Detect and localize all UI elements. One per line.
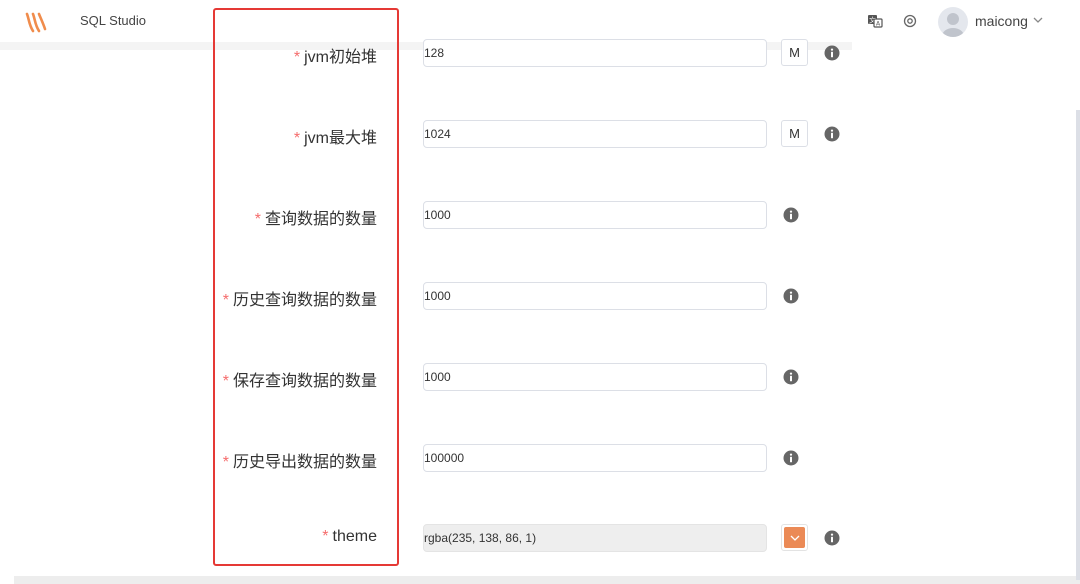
info-icon[interactable] [783,207,799,223]
chevron-down-icon[interactable] [1032,14,1044,26]
form-row-theme: * theme [0,524,1080,554]
jvm-initial-heap-input[interactable] [423,39,767,67]
unit-button[interactable]: M [781,39,808,66]
theme-color-input [423,524,767,552]
form-row-history-query-count: * 历史查询数据的数量 [0,282,1080,312]
form-row-history-export-count: * 历史导出数据的数量 [0,444,1080,474]
info-icon[interactable] [783,288,799,304]
logo-icon[interactable] [24,10,48,34]
info-icon[interactable] [824,45,840,61]
form-row-jvm-max-heap: *jvm最大堆 M [0,120,1080,150]
bottom-band [14,576,1080,584]
form-row-jvm-initial-heap: *jvm初始堆 M [0,39,1080,69]
scrollbar-track[interactable] [1076,110,1080,580]
user-avatar[interactable] [938,7,968,37]
info-icon[interactable] [824,126,840,142]
info-icon[interactable] [824,530,840,546]
highlight-box [213,8,399,566]
form-row-saved-query-count: * 保存查询数据的数量 [0,363,1080,393]
history-query-count-input[interactable] [423,282,767,310]
form-row-query-count: * 查询数据的数量 [0,201,1080,231]
unit-button[interactable]: M [781,120,808,147]
info-icon[interactable] [783,450,799,466]
history-export-count-input[interactable] [423,444,767,472]
info-icon[interactable] [783,369,799,385]
translate-icon[interactable]: 文 A [866,12,884,30]
chevron-down-icon [790,535,800,541]
saved-query-count-input[interactable] [423,363,767,391]
query-count-input[interactable] [423,201,767,229]
color-picker-button[interactable] [781,524,808,551]
username[interactable]: maicong [975,13,1028,29]
settings-icon[interactable] [901,12,919,30]
jvm-max-heap-input[interactable] [423,120,767,148]
app-title: SQL Studio [80,13,147,28]
app-header: SQL Studio 文 A maicong [0,0,1080,42]
